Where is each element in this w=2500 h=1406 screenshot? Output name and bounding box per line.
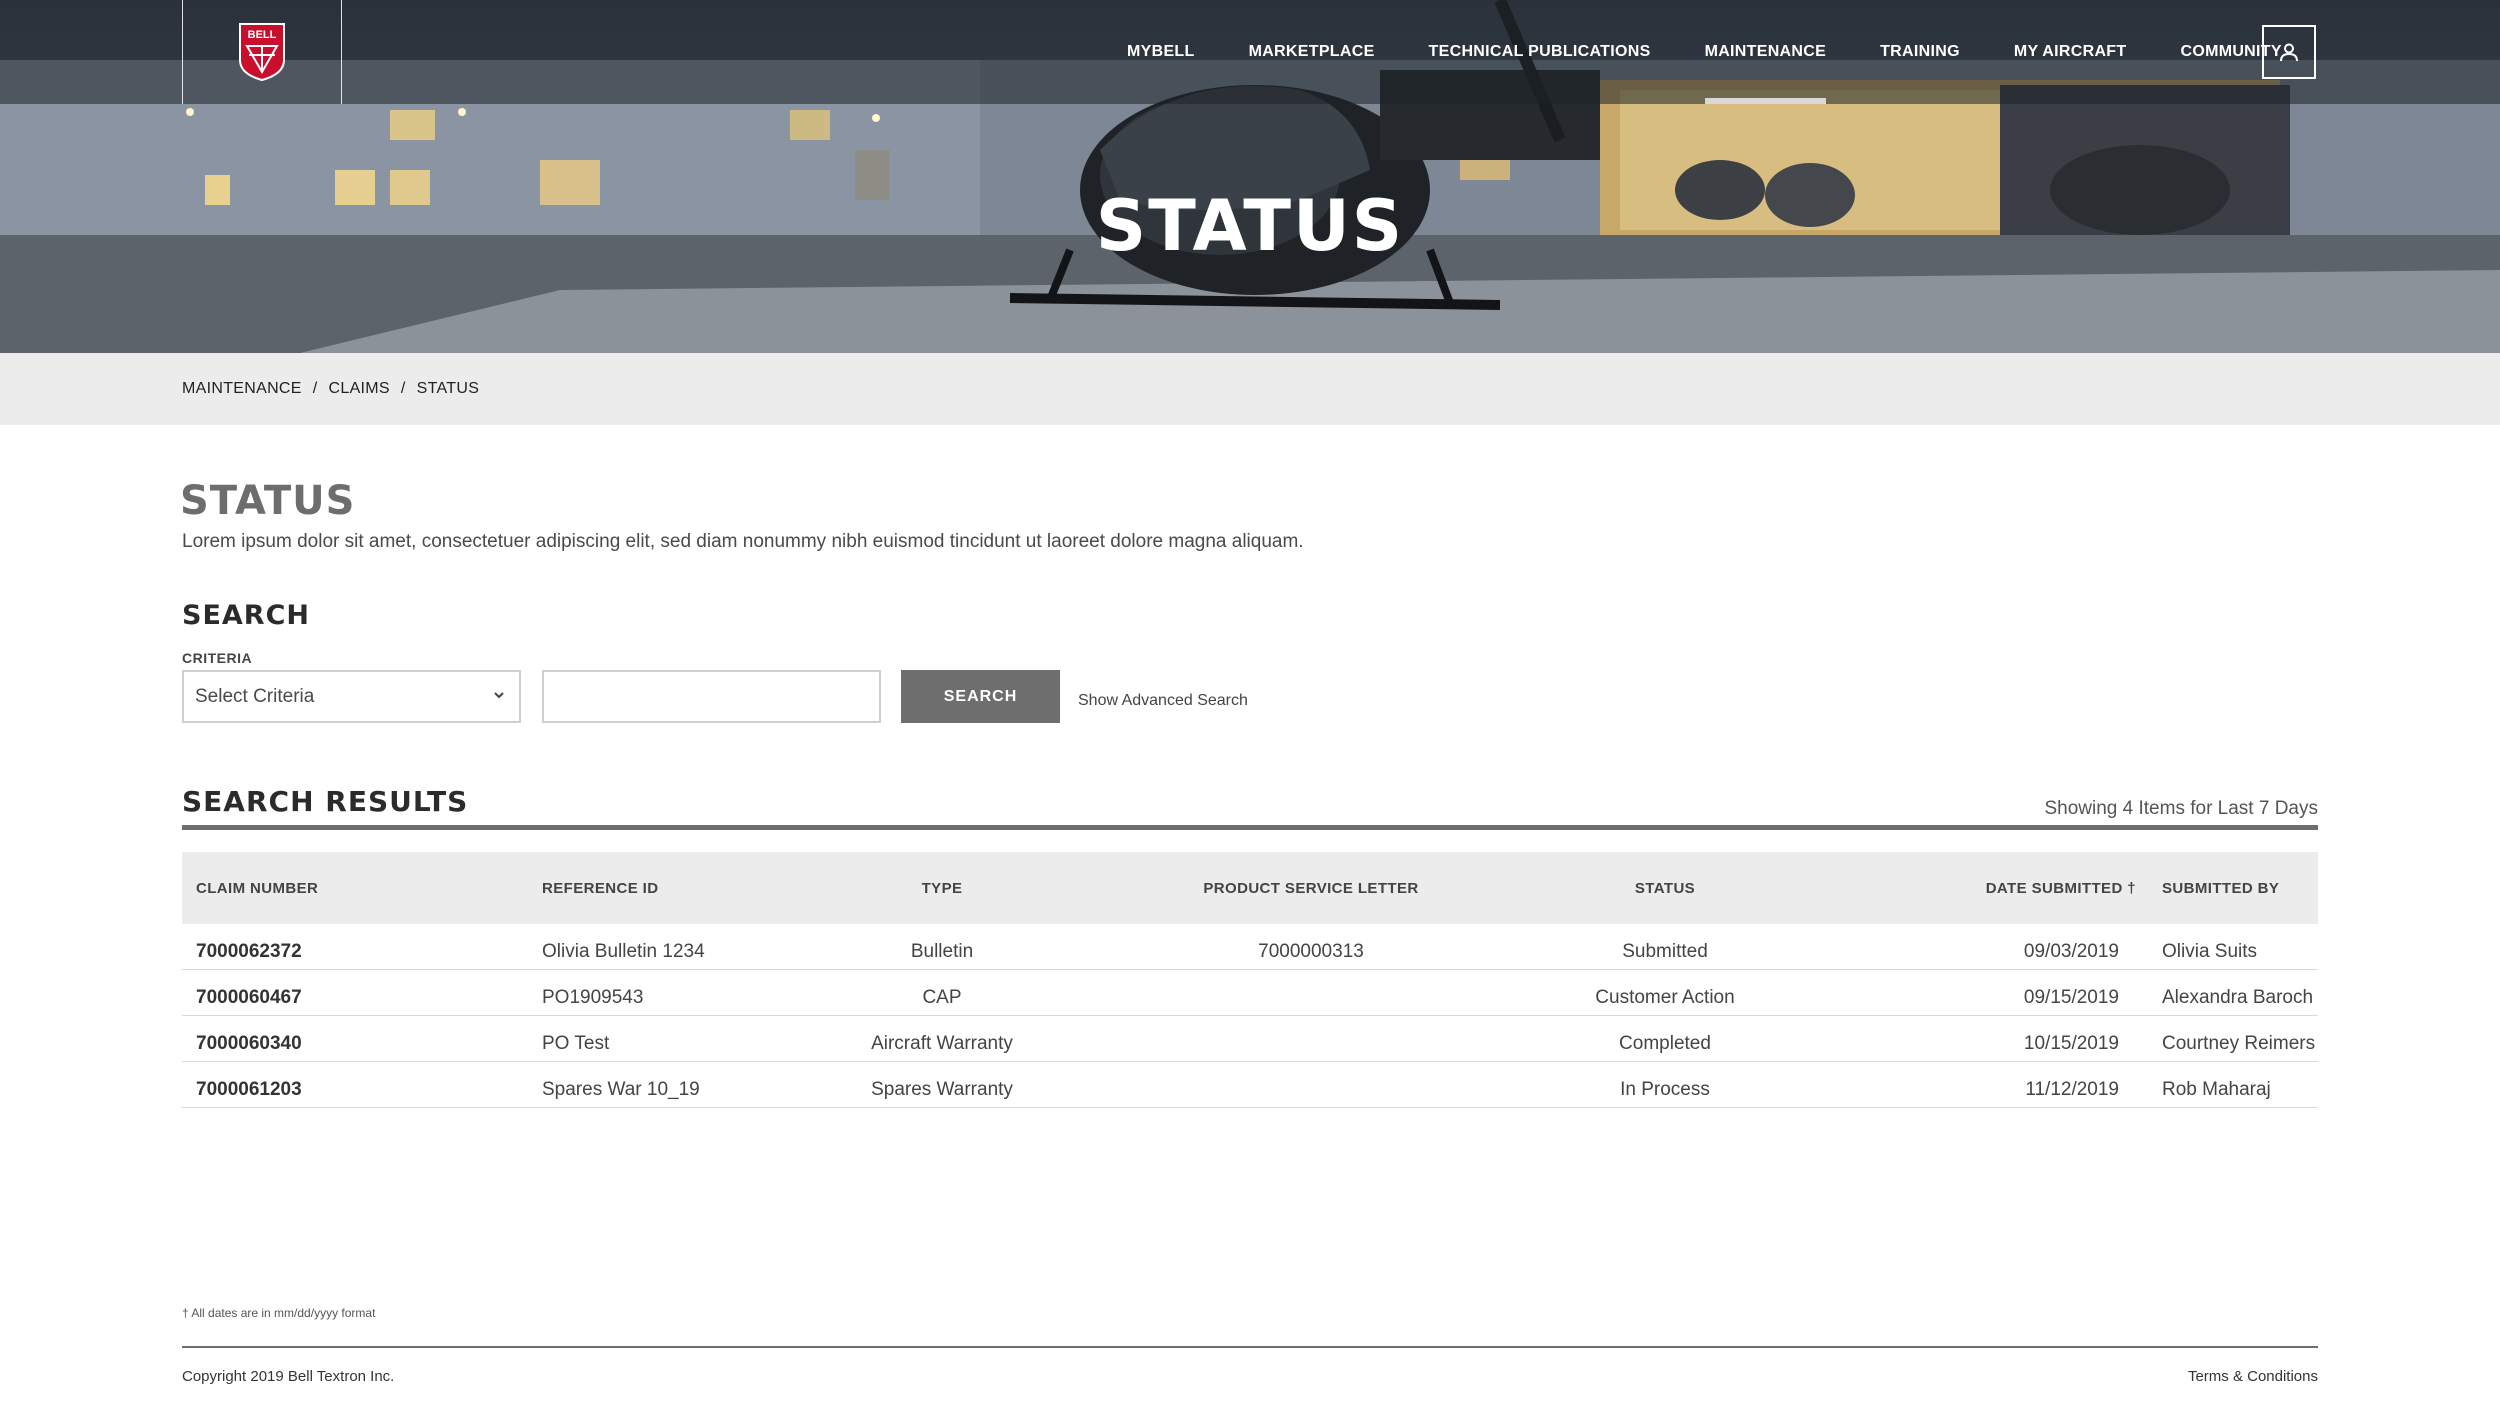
breadcrumb-maintenance[interactable]: MAINTENANCE xyxy=(182,380,302,398)
cell-date-submitted: 09/03/2019 xyxy=(2023,941,2119,962)
breadcrumb-bar: MAINTENANCE / CLAIMS / STATUS xyxy=(0,353,2500,425)
cell-submitted-by: Courtney Reimers xyxy=(2162,1033,2316,1054)
cell-claim-number[interactable]: 7000060340 xyxy=(182,1033,528,1055)
cell-claim-number[interactable]: 7000061203 xyxy=(182,1079,528,1101)
cell-claim-number[interactable]: 7000060467 xyxy=(182,987,528,1009)
cell-product-service-letter: 7000000313 xyxy=(1258,941,1364,962)
cell-claim-number[interactable]: 7000062372 xyxy=(182,941,528,963)
column-header-reference-id[interactable]: REFERENCE ID xyxy=(528,880,812,897)
chevron-down-icon xyxy=(494,692,504,699)
breadcrumb: MAINTENANCE / CLAIMS / STATUS xyxy=(182,353,479,425)
date-format-footnote: † All dates are in mm/dd/yyyy format xyxy=(182,1306,376,1320)
column-header-submitted-by[interactable]: SUBMITTED BY xyxy=(2148,880,2318,897)
breadcrumb-separator: / xyxy=(400,380,406,397)
nav-item-training[interactable]: TRAINING xyxy=(1853,0,1987,104)
column-header-status[interactable]: STATUS xyxy=(1550,880,1780,897)
cell-reference-id: Spares War 10_19 xyxy=(542,1079,700,1100)
cell-type: Aircraft Warranty xyxy=(871,1033,1013,1054)
search-heading: SEARCH xyxy=(182,600,310,631)
nav-item-maintenance[interactable]: MAINTENANCE xyxy=(1678,0,1854,104)
criteria-select[interactable]: Select Criteria xyxy=(182,670,521,723)
terms-link[interactable]: Terms & Conditions xyxy=(2188,1368,2318,1385)
nav-item-label: TECHNICAL PUBLICATIONS xyxy=(1428,43,1651,60)
search-button[interactable]: SEARCH xyxy=(901,670,1060,723)
cell-status: Customer Action xyxy=(1595,987,1735,1008)
bell-logo-icon: BELL xyxy=(239,23,285,82)
table-row[interactable]: 7000060467 PO1909543 CAP Customer Action… xyxy=(182,970,2318,1016)
search-input[interactable] xyxy=(542,670,881,723)
table-header: CLAIM NUMBER REFERENCE ID TYPE PRODUCT S… xyxy=(182,852,2318,924)
cell-type: Bulletin xyxy=(910,941,974,962)
table-row[interactable]: 7000061203 Spares War 10_19 Spares Warra… xyxy=(182,1062,2318,1108)
column-header-product-service-letter[interactable]: PRODUCT SERVICE LETTER xyxy=(1072,880,1550,897)
cell-reference-id: PO1909543 xyxy=(542,987,644,1008)
nav-item-label: MYBELL xyxy=(1127,43,1195,60)
cell-type: CAP xyxy=(922,987,962,1008)
cell-date-submitted: 10/15/2019 xyxy=(2023,1033,2119,1054)
hero-banner: BELL MYBELL MARKETPLACE TECHNICAL PUBLIC… xyxy=(0,0,2500,353)
table-row[interactable]: 7000060340 PO Test Aircraft Warranty Com… xyxy=(182,1016,2318,1062)
top-nav-bar: BELL MYBELL MARKETPLACE TECHNICAL PUBLIC… xyxy=(0,0,2500,104)
main-nav: MYBELL MARKETPLACE TECHNICAL PUBLICATION… xyxy=(1100,0,2309,104)
breadcrumb-claims[interactable]: CLAIMS xyxy=(329,380,390,398)
nav-item-label: TRAINING xyxy=(1880,43,1960,60)
column-header-type[interactable]: TYPE xyxy=(812,880,1072,897)
nav-item-mybell[interactable]: MYBELL xyxy=(1100,0,1222,104)
copyright-text: Copyright 2019 Bell Textron Inc. xyxy=(182,1368,395,1385)
nav-item-label: MARKETPLACE xyxy=(1248,43,1375,60)
page-intro: Lorem ipsum dolor sit amet, consectetuer… xyxy=(182,531,1304,552)
bell-logo[interactable]: BELL xyxy=(182,0,342,104)
footer-divider xyxy=(182,1346,2318,1348)
table-row[interactable]: 7000062372 Olivia Bulletin 1234 Bulletin… xyxy=(182,924,2318,970)
breadcrumb-separator: / xyxy=(312,380,318,397)
results-divider xyxy=(182,825,2318,830)
cell-submitted-by: Rob Maharaj xyxy=(2162,1079,2271,1100)
results-heading: SEARCH RESULTS xyxy=(182,785,469,818)
nav-item-label: MY AIRCRAFT xyxy=(2013,43,2127,60)
show-advanced-search-link[interactable]: Show Advanced Search xyxy=(1078,692,1248,710)
nav-item-my-aircraft[interactable]: MY AIRCRAFT xyxy=(1987,0,2154,104)
column-header-date-submitted[interactable]: DATE SUBMITTED † xyxy=(1780,880,2148,897)
hero-title: STATUS xyxy=(1095,185,1405,267)
cell-submitted-by: Alexandra Baroch xyxy=(2162,987,2314,1008)
page-title: STATUS xyxy=(180,478,356,524)
cell-status: In Process xyxy=(1620,1079,1710,1100)
criteria-select-value: Select Criteria xyxy=(195,685,315,707)
nav-item-marketplace[interactable]: MARKETPLACE xyxy=(1222,0,1402,104)
nav-item-technical-publications[interactable]: TECHNICAL PUBLICATIONS xyxy=(1402,0,1678,104)
cell-date-submitted: 09/15/2019 xyxy=(2023,987,2119,1008)
cell-reference-id: Olivia Bulletin 1234 xyxy=(542,941,705,962)
results-count: Showing 4 Items for Last 7 Days xyxy=(2044,798,2318,819)
cell-date-submitted: 11/12/2019 xyxy=(2025,1079,2119,1100)
column-header-claim-number[interactable]: CLAIM NUMBER xyxy=(182,880,528,897)
cell-status: Completed xyxy=(1619,1033,1711,1054)
cell-submitted-by: Olivia Suits xyxy=(2162,941,2258,962)
nav-item-label: MAINTENANCE xyxy=(1704,43,1827,60)
svg-text:BELL: BELL xyxy=(248,29,277,41)
cell-reference-id: PO Test xyxy=(542,1033,610,1054)
cell-type: Spares Warranty xyxy=(871,1079,1013,1100)
breadcrumb-current: STATUS xyxy=(416,380,480,397)
results-table: CLAIM NUMBER REFERENCE ID TYPE PRODUCT S… xyxy=(182,852,2318,1108)
user-icon xyxy=(2280,43,2298,62)
user-account-button[interactable] xyxy=(2262,25,2316,79)
criteria-label: CRITERIA xyxy=(182,650,253,666)
cell-status: Submitted xyxy=(1622,941,1708,962)
